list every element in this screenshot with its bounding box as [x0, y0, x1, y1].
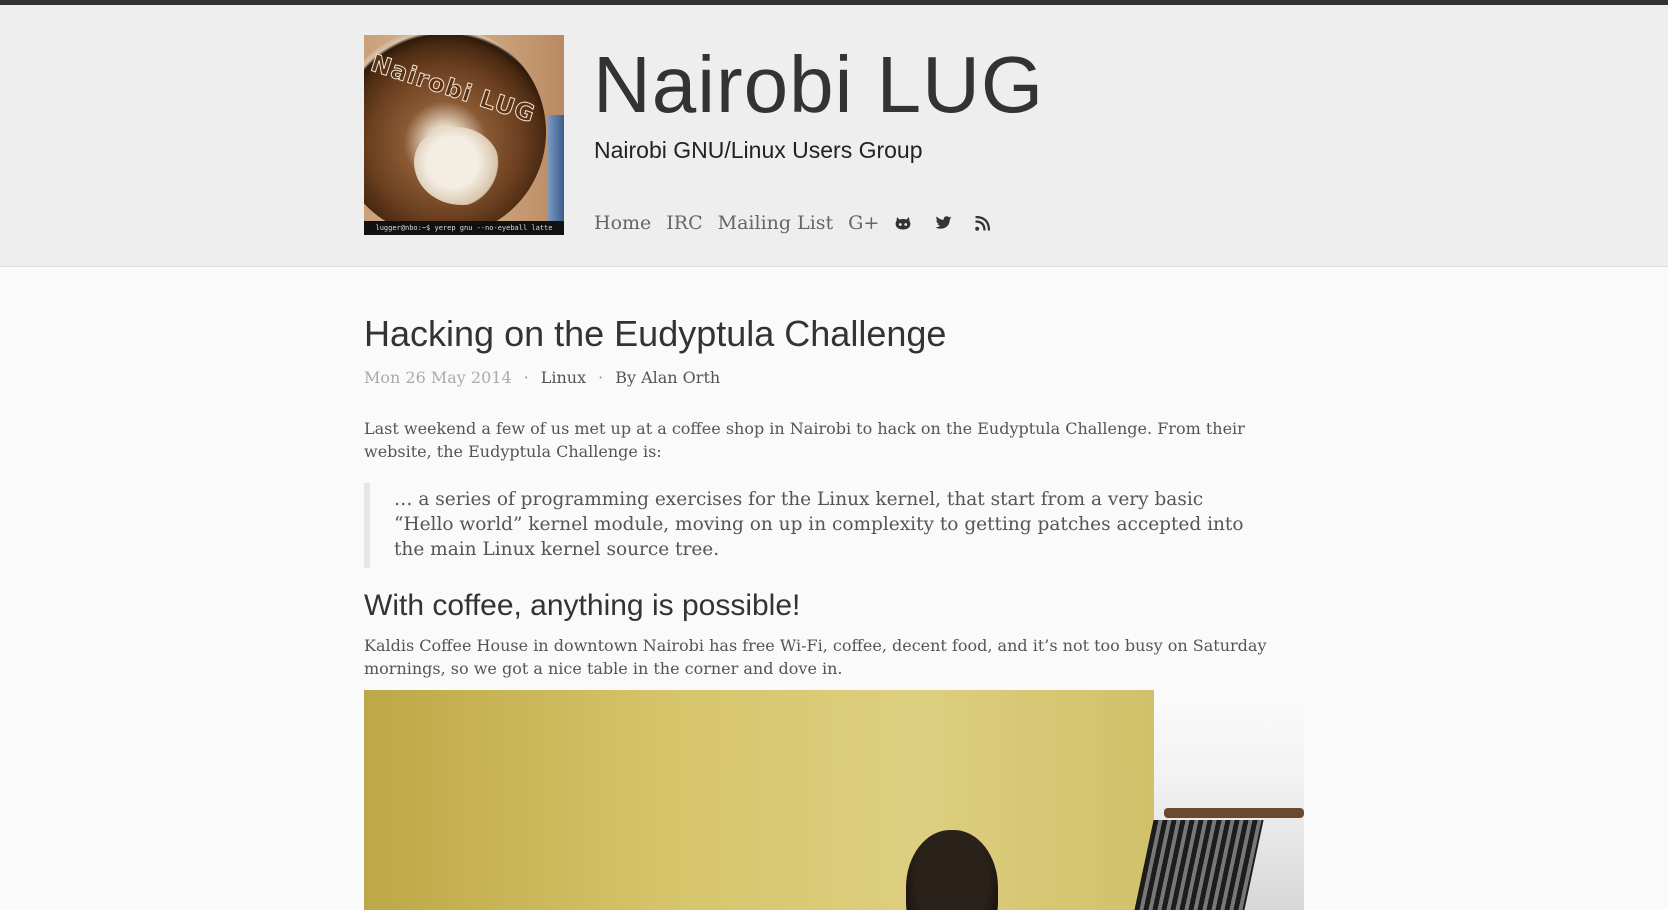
meta-separator: ·	[598, 368, 604, 387]
photo-chair	[1134, 820, 1264, 910]
nav-home[interactable]: Home	[594, 212, 651, 234]
nav-google-plus[interactable]: G+	[848, 212, 879, 234]
post-author[interactable]: By Alan Orth	[615, 368, 720, 387]
post-intro: Last weekend a few of us met up at a cof…	[364, 419, 1245, 461]
twitter-icon[interactable]	[935, 216, 952, 230]
section-heading: With coffee, anything is possible!	[364, 589, 801, 622]
post-date: Mon 26 May 2014	[364, 368, 512, 387]
post-title[interactable]: Hacking on the Eudyptula Challenge	[364, 312, 1304, 356]
nav-irc[interactable]: IRC	[666, 212, 702, 234]
nav-mailing-list[interactable]: Mailing List	[718, 212, 834, 234]
post-photo	[364, 690, 1304, 910]
site-header: Nairobi LUG lugger@nbo:~$ yerep gnu --no…	[0, 5, 1668, 267]
photo-table	[1164, 808, 1304, 818]
photo-wall	[364, 690, 1154, 910]
site-subtitle: Nairobi GNU/Linux Users Group	[594, 137, 923, 163]
site-logo[interactable]: Nairobi LUG lugger@nbo:~$ yerep gnu --no…	[364, 35, 564, 235]
logo-edge	[548, 115, 564, 235]
github-icon[interactable]	[894, 215, 912, 231]
site-title[interactable]: Nairobi LUG	[593, 35, 1044, 135]
post-blockquote: … a series of programming exercises for …	[364, 483, 1254, 568]
main-nav: Home IRC Mailing List G+	[594, 212, 1013, 234]
post-content: Hacking on the Eudyptula Challenge Mon 2…	[364, 266, 1304, 910]
post-category[interactable]: Linux	[541, 368, 586, 387]
meta-separator: ·	[523, 368, 529, 387]
section-text: Kaldis Coffee House in downtown Nairobi …	[364, 636, 1267, 678]
rss-icon[interactable]	[975, 215, 991, 231]
post-meta: Mon 26 May 2014 · Linux · By Alan Orth	[364, 368, 1304, 387]
logo-caption: lugger@nbo:~$ yerep gnu --no-eyeball lat…	[364, 221, 564, 235]
